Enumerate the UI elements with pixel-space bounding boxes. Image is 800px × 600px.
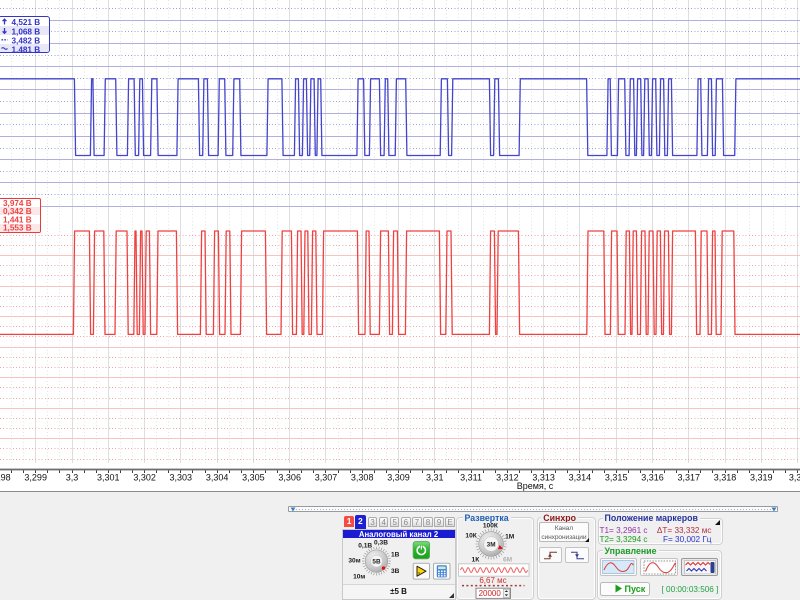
svg-text:3,301: 3,301 — [97, 473, 120, 483]
svg-text:3,31: 3,31 — [426, 473, 444, 483]
svg-text:1В: 1В — [390, 552, 399, 559]
svg-text:3,319: 3,319 — [750, 473, 773, 483]
svg-text:1М: 1М — [505, 533, 515, 540]
svg-text:3,316: 3,316 — [641, 473, 664, 483]
svg-text:30м: 30м — [348, 558, 360, 565]
svg-text:0,3В: 0,3В — [374, 540, 388, 547]
svg-text:3,302: 3,302 — [133, 473, 156, 483]
svg-text:10К: 10К — [466, 533, 478, 540]
svg-text:3,3: 3,3 — [66, 473, 79, 483]
svg-text:3,299: 3,299 — [24, 473, 47, 483]
svg-text:3,306: 3,306 — [278, 473, 301, 483]
svg-text:3,32: 3,32 — [789, 473, 800, 483]
svg-text:1К: 1К — [472, 556, 481, 563]
svg-text:3,312: 3,312 — [496, 473, 519, 483]
svg-text:3В: 3В — [390, 568, 399, 575]
svg-text:6,67 мс: 6,67 мс — [480, 576, 507, 585]
svg-text:1,481 В: 1,481 В — [12, 45, 41, 52]
svg-text:3,482 В: 3,482 В — [12, 36, 41, 45]
svg-text:6М: 6М — [503, 556, 513, 563]
svg-text:3,317: 3,317 — [678, 473, 701, 483]
svg-text:3М: 3М — [487, 541, 496, 548]
svg-text:3,304: 3,304 — [206, 473, 229, 483]
svg-text:3,309: 3,309 — [387, 473, 410, 483]
svg-text:1,068 В: 1,068 В — [12, 27, 41, 36]
svg-text:4,521 В: 4,521 В — [12, 18, 41, 27]
svg-text:0,1В: 0,1В — [358, 543, 372, 550]
svg-text:1,553 В: 1,553 В — [3, 224, 32, 232]
svg-text:Время, с: Время, с — [517, 481, 554, 491]
svg-text:3,314: 3,314 — [569, 473, 592, 483]
svg-text:10м: 10м — [353, 574, 365, 581]
svg-text:20000: 20000 — [479, 589, 502, 598]
svg-text:100К: 100К — [483, 523, 499, 530]
svg-text:3,311: 3,311 — [460, 473, 482, 483]
svg-text:3,303: 3,303 — [170, 473, 193, 483]
svg-text:5В: 5В — [372, 559, 381, 566]
svg-text:3,308: 3,308 — [351, 473, 374, 483]
svg-text:3,298: 3,298 — [0, 473, 11, 483]
svg-text:3,305: 3,305 — [242, 473, 265, 483]
svg-text:3,307: 3,307 — [315, 473, 338, 483]
svg-text:3,315: 3,315 — [605, 473, 628, 483]
svg-text:3,318: 3,318 — [714, 473, 737, 483]
